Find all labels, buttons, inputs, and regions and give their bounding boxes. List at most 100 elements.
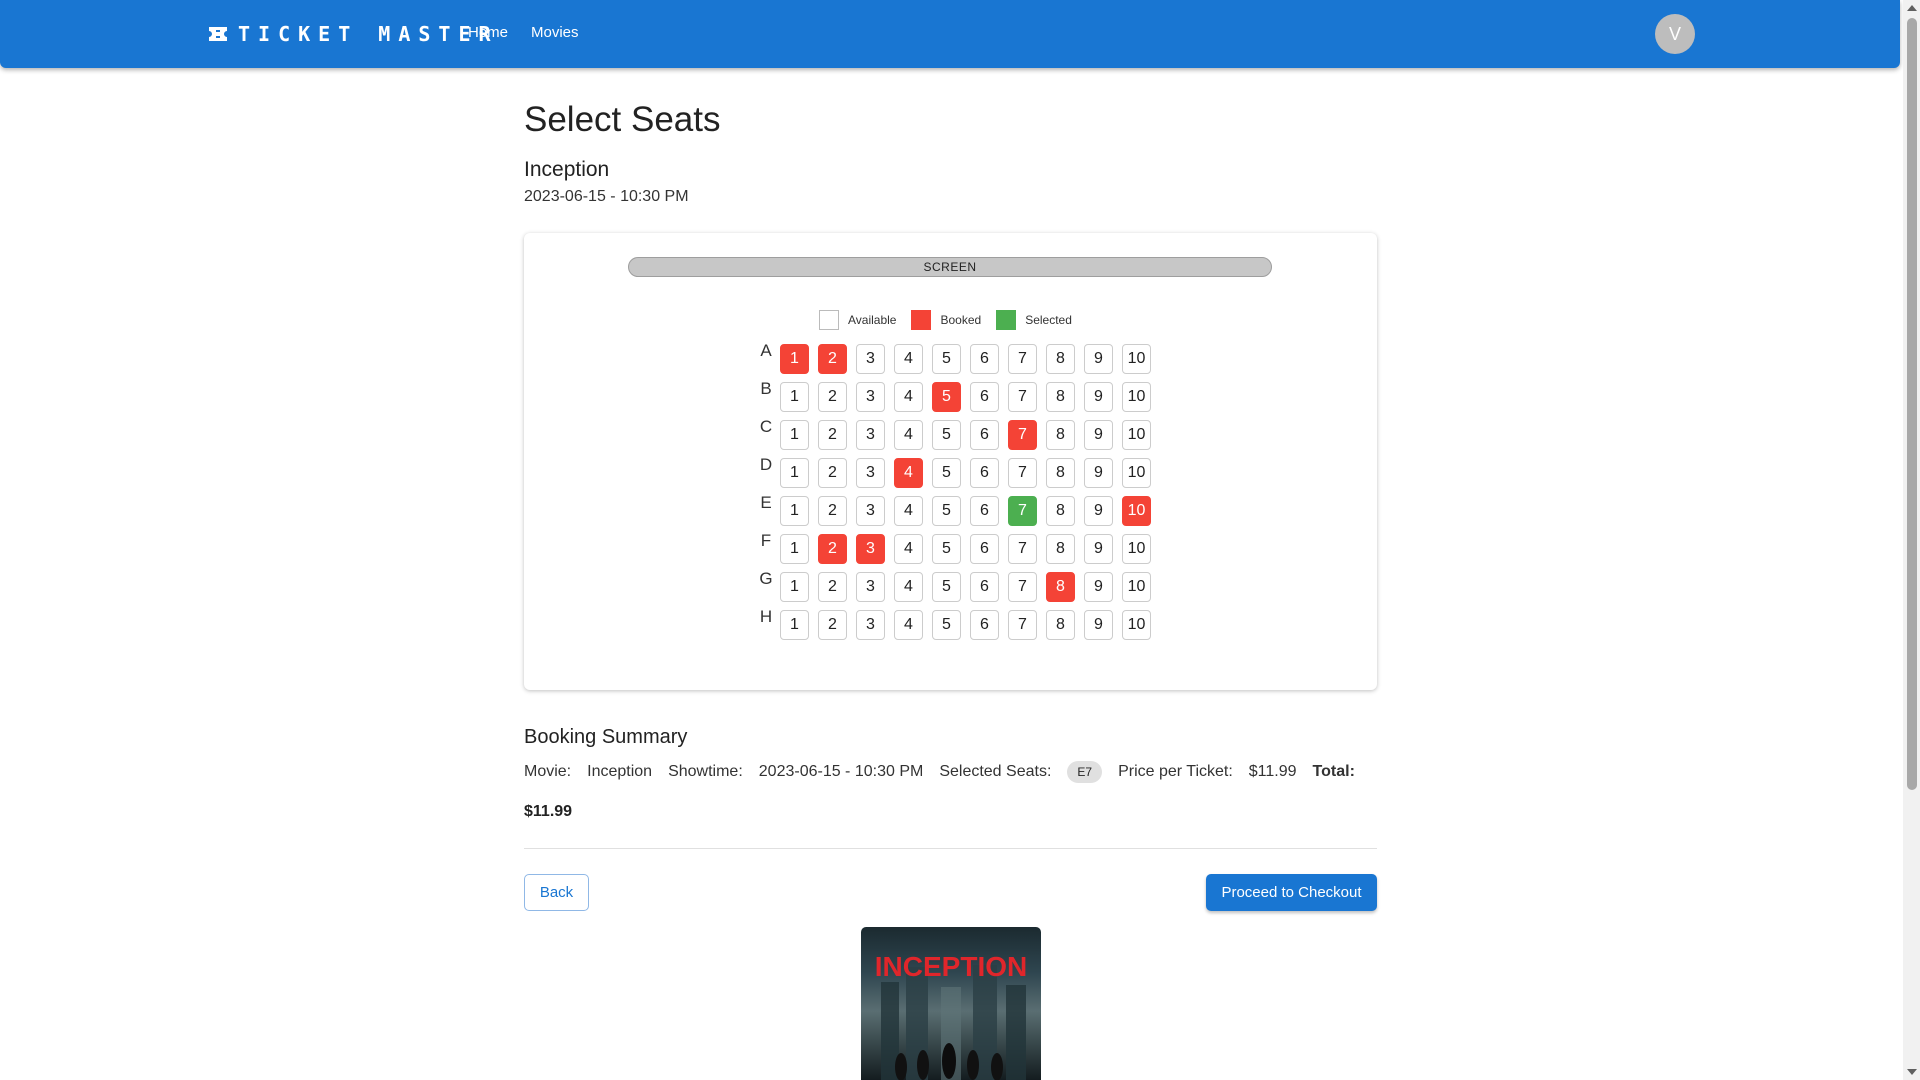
user-avatar[interactable]: V (1655, 14, 1695, 54)
seat-f10[interactable]: 10 (1122, 534, 1151, 564)
page-scrollbar[interactable] (1903, 0, 1920, 1080)
seat-e5[interactable]: 5 (932, 496, 961, 526)
seat-b3[interactable]: 3 (856, 382, 885, 412)
seat-a10[interactable]: 10 (1122, 344, 1151, 374)
seat-b10[interactable]: 10 (1122, 382, 1151, 412)
seat-a8[interactable]: 8 (1046, 344, 1075, 374)
seat-b9[interactable]: 9 (1084, 382, 1113, 412)
seat-h8[interactable]: 8 (1046, 610, 1075, 640)
seat-h4[interactable]: 4 (894, 610, 923, 640)
seat-f9[interactable]: 9 (1084, 534, 1113, 564)
seat-a7[interactable]: 7 (1008, 344, 1037, 374)
seat-row-h: H 1 2 3 4 5 6 7 8 9 10 (756, 607, 1160, 648)
seat-d3[interactable]: 3 (856, 458, 885, 488)
seat-h7[interactable]: 7 (1008, 610, 1037, 640)
seat-g3[interactable]: 3 (856, 572, 885, 602)
seat-d5[interactable]: 5 (932, 458, 961, 488)
seat-h10[interactable]: 10 (1122, 610, 1151, 640)
seat-g10[interactable]: 10 (1122, 572, 1151, 602)
seat-c1[interactable]: 1 (780, 420, 809, 450)
proceed-to-checkout-button[interactable]: Proceed to Checkout (1206, 874, 1377, 911)
seat-h6[interactable]: 6 (970, 610, 999, 640)
row-label: B (760, 379, 772, 398)
seat-f3: 3 (856, 534, 885, 564)
row-label: C (759, 417, 773, 436)
seat-f5[interactable]: 5 (932, 534, 961, 564)
seat-h2[interactable]: 2 (818, 610, 847, 640)
seat-c10[interactable]: 10 (1122, 420, 1151, 450)
seat-g2[interactable]: 2 (818, 572, 847, 602)
seat-g9[interactable]: 9 (1084, 572, 1113, 602)
seat-e8[interactable]: 8 (1046, 496, 1075, 526)
seat-c6[interactable]: 6 (970, 420, 999, 450)
seat-d10[interactable]: 10 (1122, 458, 1151, 488)
summary-showtime-value: 2023-06-15 - 10:30 PM (758, 763, 924, 780)
seat-f8[interactable]: 8 (1046, 534, 1075, 564)
back-button[interactable]: Back (524, 874, 589, 911)
seat-h3[interactable]: 3 (856, 610, 885, 640)
seat-b6[interactable]: 6 (970, 382, 999, 412)
seat-f4[interactable]: 4 (894, 534, 923, 564)
nav-home-link[interactable]: Home (468, 24, 508, 41)
scroll-down-arrow-icon[interactable] (1907, 1069, 1917, 1075)
summary-total-label: Total: (1312, 763, 1355, 780)
movie-title: Inception (524, 158, 610, 181)
seat-e4[interactable]: 4 (894, 496, 923, 526)
seat-d7[interactable]: 7 (1008, 458, 1037, 488)
seat-g4[interactable]: 4 (894, 572, 923, 602)
brand-logo[interactable]: TICKET MASTER (208, 22, 499, 46)
seat-a3[interactable]: 3 (856, 344, 885, 374)
legend-booked-swatch (911, 310, 932, 330)
seat-f6[interactable]: 6 (970, 534, 999, 564)
seat-c3[interactable]: 3 (856, 420, 885, 450)
poster-title: INCEPTION (874, 951, 1028, 982)
seat-e9[interactable]: 9 (1084, 496, 1113, 526)
scroll-up-arrow-icon[interactable] (1907, 5, 1917, 11)
seat-a4[interactable]: 4 (894, 344, 923, 374)
scroll-thumb[interactable] (1907, 18, 1917, 790)
summary-showtime-label: Showtime: (668, 763, 743, 780)
seat-h5[interactable]: 5 (932, 610, 961, 640)
seat-c9[interactable]: 9 (1084, 420, 1113, 450)
seat-a5[interactable]: 5 (932, 344, 961, 374)
seat-a1: 1 (780, 344, 809, 374)
seat-c4[interactable]: 4 (894, 420, 923, 450)
seat-h1[interactable]: 1 (780, 610, 809, 640)
seat-f1[interactable]: 1 (780, 534, 809, 564)
seat-d1[interactable]: 1 (780, 458, 809, 488)
summary-details: Movie: Inception Showtime: 2023-06-15 - … (524, 761, 1355, 783)
seat-g7[interactable]: 7 (1008, 572, 1037, 602)
seat-g1[interactable]: 1 (780, 572, 809, 602)
seat-b8[interactable]: 8 (1046, 382, 1075, 412)
seat-a6[interactable]: 6 (970, 344, 999, 374)
seat-e7[interactable]: 7 (1008, 496, 1037, 526)
seat-f7[interactable]: 7 (1008, 534, 1037, 564)
seat-g6[interactable]: 6 (970, 572, 999, 602)
summary-title: Booking Summary (524, 726, 688, 748)
seat-d8[interactable]: 8 (1046, 458, 1075, 488)
seat-e2[interactable]: 2 (818, 496, 847, 526)
seat-d6[interactable]: 6 (970, 458, 999, 488)
seat-d9[interactable]: 9 (1084, 458, 1113, 488)
legend-booked-label: Booked (940, 313, 982, 327)
nav-movies-link[interactable]: Movies (531, 24, 579, 41)
seat-b2[interactable]: 2 (818, 382, 847, 412)
seat-h9[interactable]: 9 (1084, 610, 1113, 640)
seat-c7: 7 (1008, 420, 1037, 450)
summary-total-value: $11.99 (524, 803, 573, 820)
seat-b1[interactable]: 1 (780, 382, 809, 412)
legend-available-swatch (819, 310, 839, 330)
seat-b4[interactable]: 4 (894, 382, 923, 412)
seat-e3[interactable]: 3 (856, 496, 885, 526)
seat-b7[interactable]: 7 (1008, 382, 1037, 412)
seat-c8[interactable]: 8 (1046, 420, 1075, 450)
ticket-icon (209, 27, 227, 41)
seat-c5[interactable]: 5 (932, 420, 961, 450)
seat-g5[interactable]: 5 (932, 572, 961, 602)
seat-e6[interactable]: 6 (970, 496, 999, 526)
seat-a9[interactable]: 9 (1084, 344, 1113, 374)
seat-e1[interactable]: 1 (780, 496, 809, 526)
seat-d2[interactable]: 2 (818, 458, 847, 488)
seat-e10: 10 (1122, 496, 1151, 526)
seat-c2[interactable]: 2 (818, 420, 847, 450)
